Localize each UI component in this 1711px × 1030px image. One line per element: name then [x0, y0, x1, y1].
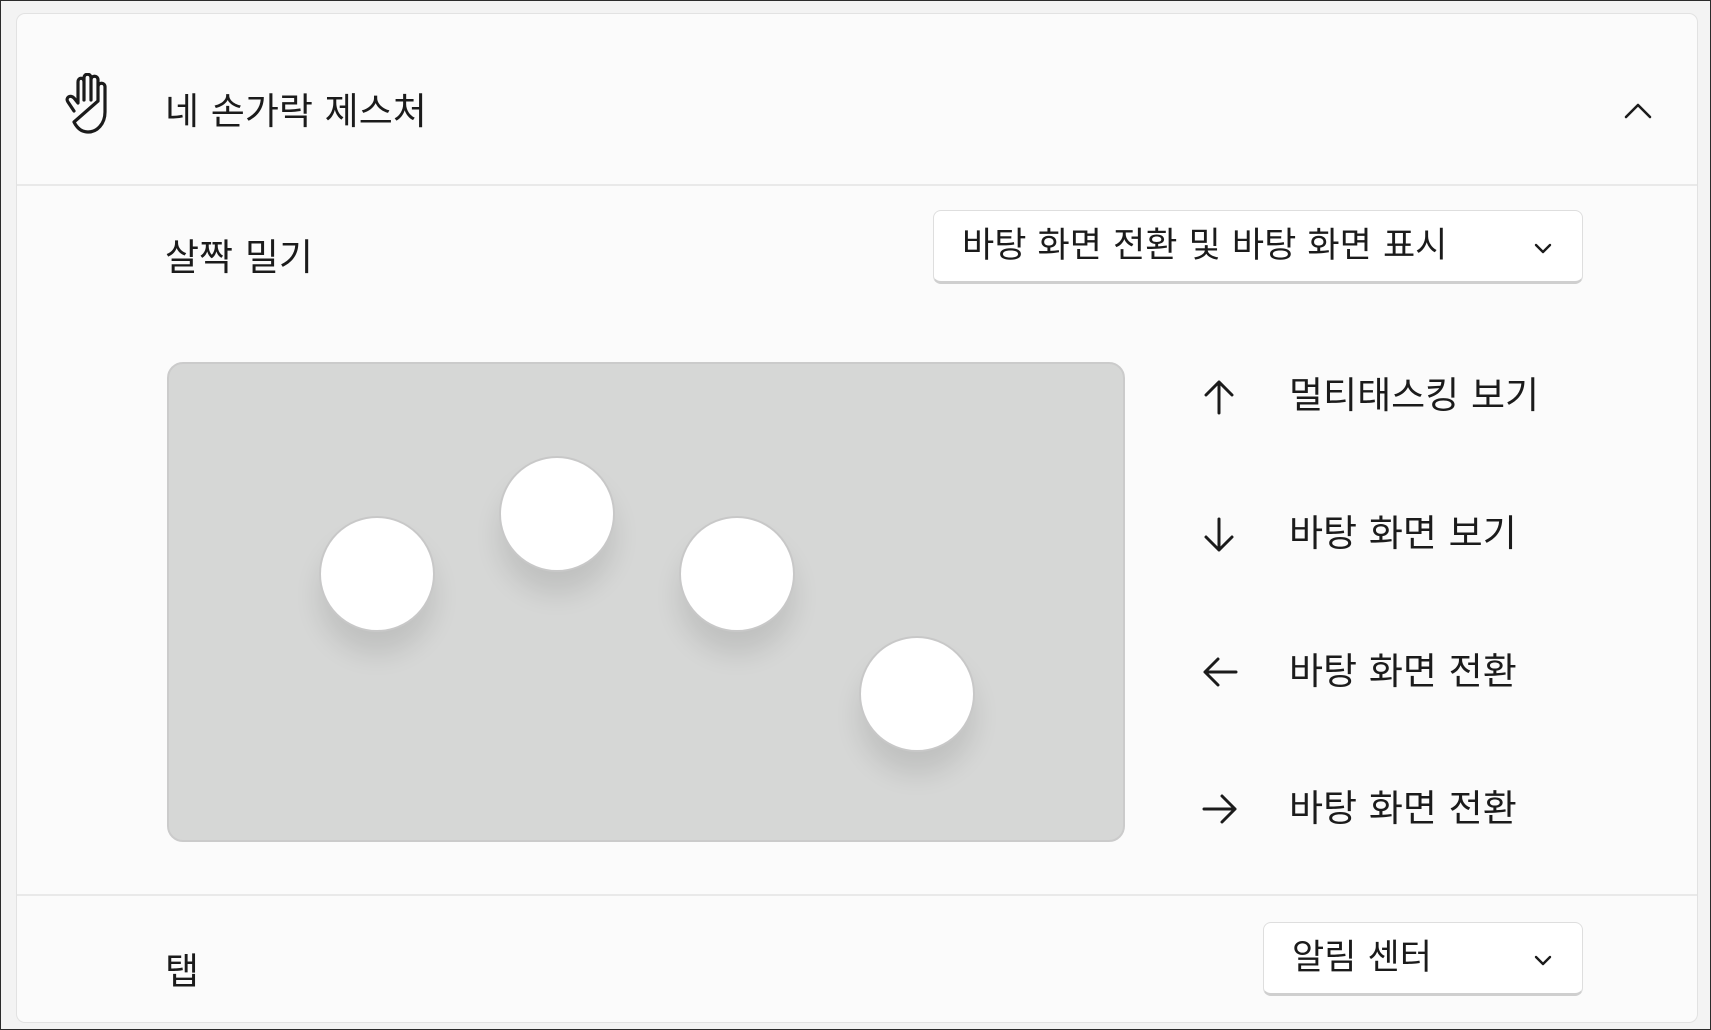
header-divider — [17, 184, 1697, 186]
tap-action-value: 알림 센터 — [1292, 938, 1432, 978]
finger-dot — [859, 636, 975, 752]
chevron-down-icon — [1534, 243, 1552, 254]
arrow-up-icon — [1204, 380, 1234, 415]
swipe-label: 살짝 밀기 — [165, 236, 313, 279]
section-title: 네 손가락 제스처 — [165, 90, 427, 133]
section-header[interactable]: 네 손가락 제스처 — [17, 14, 1697, 184]
hand-icon — [65, 73, 107, 134]
direction-left-label: 바탕 화면 전환 — [1289, 650, 1517, 693]
arrow-right-icon — [1202, 794, 1237, 824]
direction-up-label: 멀티태스킹 보기 — [1289, 374, 1540, 417]
arrow-down-icon — [1204, 517, 1234, 552]
finger-dot — [679, 516, 795, 632]
gesture-illustration — [167, 362, 1125, 842]
swipe-action-dropdown[interactable]: 바탕 화면 전환 및 바탕 화면 표시 — [933, 210, 1583, 284]
finger-dot — [499, 456, 615, 572]
finger-dot — [319, 516, 435, 632]
collapse-button[interactable] — [1613, 86, 1663, 136]
four-finger-gestures-card: 네 손가락 제스처 살짝 밀기 바탕 화면 전환 및 바탕 화면 표시 멀티태스… — [16, 13, 1698, 1023]
chevron-up-icon — [1624, 103, 1652, 119]
direction-right-label: 바탕 화면 전환 — [1289, 787, 1517, 830]
tap-action-dropdown[interactable]: 알림 센터 — [1263, 922, 1583, 996]
section-divider — [17, 894, 1697, 896]
tap-label: 탭 — [165, 950, 200, 993]
arrow-left-icon — [1203, 657, 1238, 687]
swipe-action-value: 바탕 화면 전환 및 바탕 화면 표시 — [962, 226, 1448, 266]
direction-down-label: 바탕 화면 보기 — [1289, 512, 1517, 555]
chevron-down-icon — [1534, 955, 1552, 966]
window-frame: 네 손가락 제스처 살짝 밀기 바탕 화면 전환 및 바탕 화면 표시 멀티태스… — [0, 0, 1711, 1030]
